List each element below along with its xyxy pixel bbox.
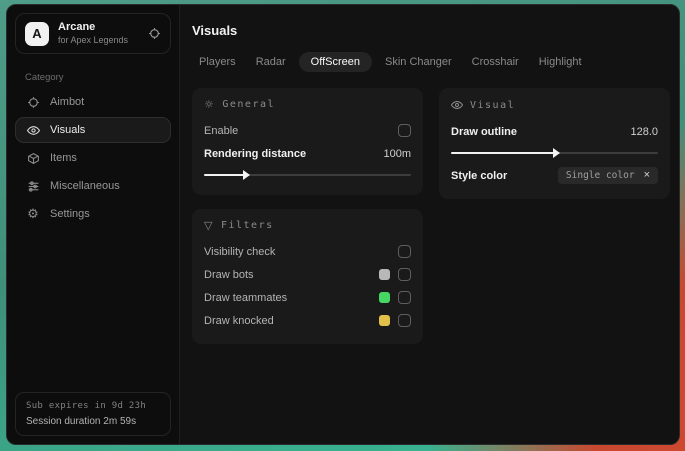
panel-grid: ☼ General Enable Rendering distance 100m [192, 88, 670, 344]
visual-panel: Visual Draw outline 128.0 Style color Si… [439, 88, 670, 199]
draw-outline-value: 128.0 [630, 125, 658, 138]
sidebar-item-items[interactable]: Items [15, 145, 171, 171]
slider-thumb[interactable] [243, 170, 251, 180]
draw-teammates-color-swatch[interactable] [379, 292, 390, 303]
sliders-icon [26, 180, 40, 193]
sidebar: A Arcane for Apex Legends Category Aimbo… [7, 5, 180, 444]
enable-checkbox[interactable] [398, 124, 411, 137]
app-title-block: Arcane for Apex Legends [58, 21, 128, 46]
tab-radar[interactable]: Radar [249, 52, 293, 72]
draw-bots-label: Draw bots [204, 268, 254, 281]
tab-highlight[interactable]: Highlight [532, 52, 589, 72]
session-duration-text: Session duration 2m 59s [26, 416, 137, 427]
category-label: Category [25, 72, 64, 83]
draw-bots-checkbox[interactable] [398, 268, 411, 281]
style-color-value: Single color [565, 170, 635, 181]
draw-teammates-row: Draw teammates [204, 287, 411, 308]
sidebar-item-label: Visuals [50, 124, 86, 136]
sidebar-header: A Arcane for Apex Legends [15, 13, 171, 54]
sidebar-item-settings[interactable]: ⚙ Settings [15, 201, 171, 227]
general-panel-header: ☼ General [204, 99, 411, 110]
sidebar-item-aimbot[interactable]: Aimbot [15, 89, 171, 115]
sidebar-item-label: Miscellaneous [50, 180, 120, 192]
tab-bar: Players Radar OffScreen Skin Changer Cro… [192, 52, 670, 72]
visibility-check-row: Visibility check [204, 241, 411, 262]
filters-panel-header: ▽ Filters [204, 220, 411, 231]
rendering-distance-value: 100m [383, 147, 411, 160]
filter-funnel-icon: ▽ [204, 219, 214, 232]
visibility-check-label: Visibility check [204, 245, 276, 258]
draw-outline-slider[interactable] [451, 148, 658, 158]
visual-panel-title: Visual [470, 99, 516, 111]
tab-players[interactable]: Players [192, 52, 243, 72]
page-title: Visuals [192, 23, 238, 38]
app-subtitle: for Apex Legends [58, 34, 129, 45]
rendering-distance-row: Rendering distance 100m [204, 143, 411, 164]
visibility-check-checkbox[interactable] [398, 245, 411, 258]
rendering-distance-label: Rendering distance [204, 147, 307, 160]
draw-knocked-label: Draw knocked [204, 314, 274, 327]
draw-knocked-checkbox[interactable] [398, 314, 411, 327]
draw-knocked-color-swatch[interactable] [379, 315, 390, 326]
style-color-select[interactable]: Single color × [557, 167, 658, 184]
sub-expires-text: Sub expires in 9d 23h [26, 401, 147, 411]
general-panel: ☼ General Enable Rendering distance 100m [192, 88, 423, 195]
app-logo: A [25, 21, 49, 46]
draw-teammates-checkbox[interactable] [398, 291, 411, 304]
slider-fill [451, 152, 555, 154]
app-window: A Arcane for Apex Legends Category Aimbo… [6, 4, 680, 445]
draw-knocked-row: Draw knocked [204, 310, 411, 331]
style-color-label: Style color [451, 169, 508, 182]
eye-icon [451, 99, 463, 111]
draw-bots-row: Draw bots [204, 264, 411, 285]
draw-outline-row: Draw outline 128.0 [451, 121, 658, 142]
style-color-row: Style color Single color × [451, 165, 658, 186]
crosshair-icon [26, 96, 40, 109]
filters-panel-title: Filters [220, 220, 274, 231]
slider-fill [204, 174, 246, 176]
close-icon[interactable]: × [644, 170, 650, 181]
tab-offscreen[interactable]: OffScreen [298, 52, 372, 72]
enable-label: Enable [204, 124, 239, 137]
tab-skin-changer[interactable]: Skin Changer [378, 52, 459, 72]
main-area: Visuals Players Radar OffScreen Skin Cha… [180, 5, 679, 444]
app-name: Arcane [58, 21, 96, 33]
target-icon[interactable] [148, 27, 161, 40]
sidebar-item-label: Settings [50, 208, 90, 220]
gear-icon: ⚙ [27, 206, 39, 222]
draw-bots-color-swatch[interactable] [379, 269, 390, 280]
tab-crosshair[interactable]: Crosshair [465, 52, 526, 72]
draw-outline-label: Draw outline [451, 125, 518, 138]
subscription-info-box: Sub expires in 9d 23h Session duration 2… [15, 392, 171, 436]
slider-thumb[interactable] [552, 148, 560, 158]
eye-icon [26, 124, 40, 137]
filters-panel: ▽ Filters Visibility check Draw bots Dra… [192, 209, 423, 344]
rendering-distance-slider[interactable] [204, 170, 411, 180]
general-panel-title: General [222, 99, 276, 110]
sidebar-item-label: Items [50, 152, 77, 164]
enable-row: Enable [204, 120, 411, 141]
box-icon [26, 152, 40, 165]
sun-icon: ☼ [204, 98, 216, 111]
draw-teammates-label: Draw teammates [204, 291, 288, 304]
sidebar-item-miscellaneous[interactable]: Miscellaneous [15, 173, 171, 199]
sidebar-item-label: Aimbot [50, 96, 85, 108]
sidebar-item-visuals[interactable]: Visuals [15, 117, 171, 143]
visual-panel-header: Visual [451, 99, 658, 111]
